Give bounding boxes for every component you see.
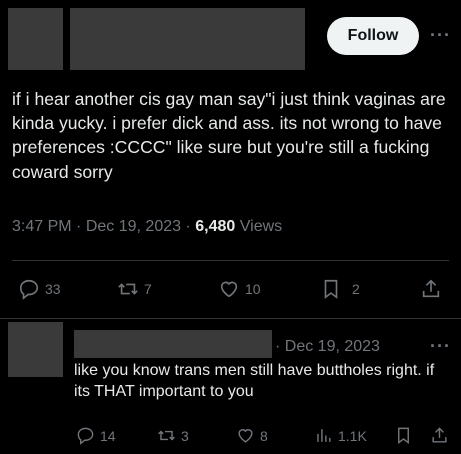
bookmark-count: 2 [352, 281, 360, 297]
follow-button[interactable]: Follow [327, 17, 419, 55]
divider [12, 260, 449, 261]
reply-icon [19, 279, 39, 300]
reply-author-redacted[interactable] [74, 330, 272, 358]
reply-repost-button[interactable]: 3 [157, 426, 189, 445]
reply-repost-count: 3 [181, 427, 189, 444]
reply-views-count: 1.1K [338, 427, 367, 444]
reply-like-button[interactable]: 8 [236, 426, 268, 445]
reply-text: like you know trans men still have butth… [74, 362, 435, 400]
views-label: Views [239, 218, 283, 235]
reply-more-options-icon[interactable]: ··· [430, 336, 451, 357]
reply-bookmark-button[interactable] [394, 426, 413, 445]
reply-date[interactable]: · Dec 19, 2023 [275, 338, 380, 356]
reply-reply-button[interactable]: 14 [76, 426, 116, 445]
reply-count: 33 [45, 281, 61, 297]
reply-views-button[interactable]: 1.1K [314, 426, 367, 445]
heart-icon [220, 281, 238, 298]
heart-icon [238, 429, 253, 443]
tweet-date[interactable]: Dec 19, 2023 [86, 218, 181, 235]
repost-count: 7 [144, 281, 152, 297]
more-options-icon[interactable]: ··· [430, 25, 451, 46]
bookmark-icon [398, 427, 409, 445]
reply-icon [77, 427, 94, 445]
repost-icon [158, 430, 175, 441]
bookmark-icon [324, 279, 338, 299]
reply-avatar-redacted[interactable] [8, 322, 63, 377]
bookmark-button[interactable]: 2 [320, 278, 360, 300]
reply-reply-count: 14 [100, 427, 116, 444]
views-count: 6,480 [195, 218, 236, 235]
divider [0, 318, 461, 319]
tweet-meta: 3:47 PM · Dec 19, 2023 · 6,480 Views [12, 218, 282, 236]
author-name-redacted[interactable] [70, 8, 305, 70]
share-button[interactable] [420, 278, 442, 300]
meta-separator: · [76, 218, 86, 235]
reply-button[interactable]: 33 [18, 278, 61, 300]
like-button[interactable]: 10 [218, 278, 261, 300]
repost-button[interactable]: 7 [117, 278, 152, 300]
repost-icon [118, 283, 138, 295]
like-count: 10 [245, 281, 261, 297]
reply-share-button[interactable] [430, 426, 449, 445]
reply-like-count: 8 [260, 427, 268, 444]
analytics-icon [317, 429, 331, 442]
tweet-time[interactable]: 3:47 PM [12, 218, 72, 235]
meta-separator: · [185, 218, 196, 235]
share-icon [422, 279, 440, 298]
share-icon [432, 427, 447, 443]
tweet-text: if i hear another cis gay man say"i just… [12, 89, 446, 182]
avatar-redacted[interactable] [8, 8, 63, 70]
